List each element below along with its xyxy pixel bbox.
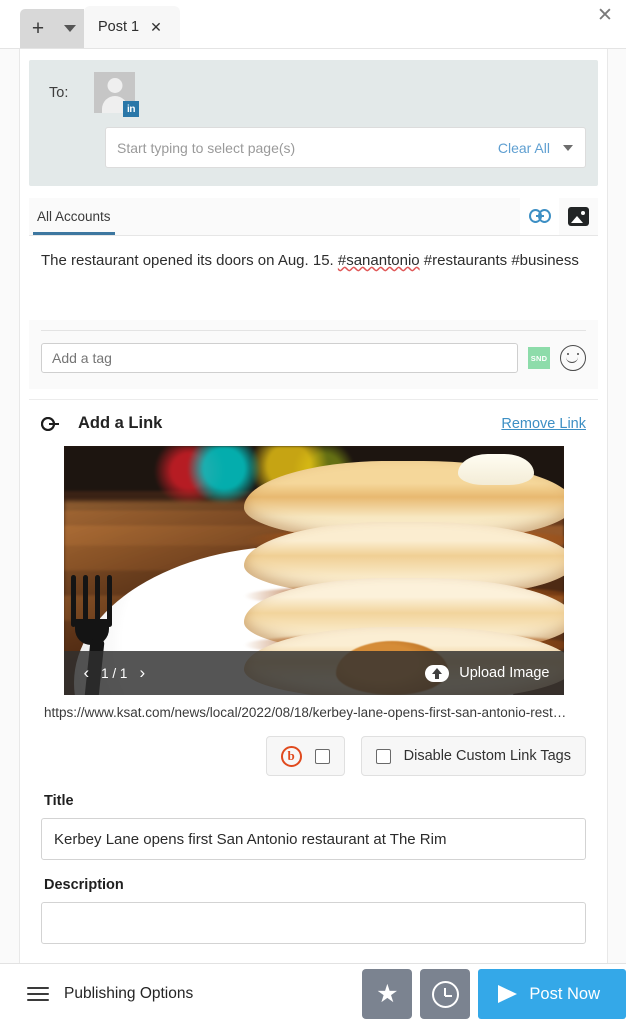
scroll-body[interactable]: To: in Start typing to select page(s) Cl… xyxy=(0,48,626,984)
post-now-label: Post Now xyxy=(529,984,600,1003)
upload-image-label: Upload Image xyxy=(459,665,550,681)
tab-bar: + Post 1 ✕ ✕ xyxy=(0,0,626,48)
new-post-button[interactable]: + xyxy=(20,9,56,48)
tab-link-mode[interactable] xyxy=(520,197,559,235)
avatar-head-shape xyxy=(107,78,122,93)
snd-badge[interactable]: SND xyxy=(528,347,550,369)
smiley-mouth xyxy=(566,356,578,363)
tab-post-1[interactable]: Post 1 ✕ xyxy=(84,6,180,48)
disable-custom-link-tags-label: Disable Custom Link Tags xyxy=(403,748,571,764)
compose-misspelled-word: #sanantonio xyxy=(337,252,420,269)
image-icon xyxy=(568,206,589,226)
carousel-counter: 1 / 1 xyxy=(101,665,128,681)
link-card-title: Add a Link xyxy=(78,414,163,432)
post-now-button[interactable]: Post Now xyxy=(478,969,626,1019)
compose-text-after: #restaurants #business xyxy=(419,252,579,269)
link-icon xyxy=(528,209,551,223)
recipients-row: To: in xyxy=(41,72,586,117)
upload-icon xyxy=(425,664,450,682)
chevron-down-icon[interactable] xyxy=(563,144,573,151)
mode-tab-group xyxy=(520,197,598,235)
accounts-tab-row: All Accounts xyxy=(29,197,598,236)
disable-custom-link-tags-option[interactable]: Disable Custom Link Tags xyxy=(360,736,586,776)
compose-post-window: + Post 1 ✕ ✕ To: in Start typing to sele… xyxy=(0,0,626,1024)
title-label: Title xyxy=(44,793,74,809)
compose-sheet: To: in Start typing to select page(s) Cl… xyxy=(19,49,608,984)
compose-text-before: The restaurant opened its doors on Aug. … xyxy=(41,252,338,269)
tag-row: SND xyxy=(41,343,586,373)
description-label: Description xyxy=(44,877,124,893)
linkedin-icon: in xyxy=(123,101,139,117)
description-input[interactable] xyxy=(41,902,586,944)
schedule-button[interactable] xyxy=(420,969,471,1019)
publishing-options-label[interactable]: Publishing Options xyxy=(64,985,193,1003)
chevron-down-icon xyxy=(64,25,76,32)
close-icon[interactable]: ✕ xyxy=(150,20,162,34)
smiley-icon[interactable] xyxy=(560,345,586,371)
divider xyxy=(41,330,586,331)
tab-all-accounts[interactable]: All Accounts xyxy=(33,209,115,235)
link-card: Add a Link Remove Link ‹ 1 / 1 › Upload … xyxy=(29,399,598,984)
link-icon xyxy=(41,416,67,431)
to-label: To: xyxy=(49,84,69,101)
send-icon xyxy=(498,985,518,1003)
upload-image-button[interactable]: Upload Image xyxy=(425,664,550,682)
tag-bar: SND xyxy=(29,320,598,389)
tag-input[interactable] xyxy=(41,343,518,373)
bitly-icon: b xyxy=(280,745,302,767)
carousel-prev-button[interactable]: ‹ xyxy=(78,663,96,683)
link-preview-image[interactable]: ‹ 1 / 1 › Upload Image xyxy=(63,446,564,695)
avatar[interactable]: in xyxy=(94,72,139,117)
page-select-field[interactable]: Start typing to select page(s) Clear All xyxy=(105,127,586,168)
close-icon: ✕ xyxy=(597,4,613,26)
new-post-dropdown-button[interactable] xyxy=(56,9,84,48)
image-carousel-bar: ‹ 1 / 1 › Upload Image xyxy=(63,651,564,695)
bitly-option[interactable]: b xyxy=(265,736,345,776)
title-input[interactable] xyxy=(41,818,586,860)
link-options-row: b Disable Custom Link Tags xyxy=(41,736,586,776)
favorite-button[interactable]: ★ xyxy=(362,969,413,1019)
plus-icon: + xyxy=(31,17,45,40)
photo-butter xyxy=(458,453,534,486)
description-field-group: Description xyxy=(41,877,586,944)
star-icon: ★ xyxy=(376,979,399,1008)
carousel-next-button[interactable]: › xyxy=(133,663,151,683)
link-card-header: Add a Link Remove Link xyxy=(41,414,586,433)
clear-all-button[interactable]: Clear All xyxy=(498,140,550,156)
clock-icon xyxy=(431,980,459,1008)
recipients-panel: To: in Start typing to select page(s) Cl… xyxy=(29,60,598,186)
disable-custom-link-tags-checkbox[interactable] xyxy=(375,748,391,764)
page-select-placeholder: Start typing to select page(s) xyxy=(117,139,296,156)
tab-label: Post 1 xyxy=(98,19,140,35)
tab-image-mode[interactable] xyxy=(559,197,598,235)
compose-area[interactable]: The restaurant opened its doors on Aug. … xyxy=(29,236,598,320)
link-url: https://www.ksat.com/news/local/2022/08/… xyxy=(44,705,567,720)
title-field-group: Title xyxy=(41,793,586,860)
compose-text[interactable]: The restaurant opened its doors on Aug. … xyxy=(41,250,586,271)
bitly-checkbox[interactable] xyxy=(314,748,330,764)
remove-link-button[interactable]: Remove Link xyxy=(501,416,586,432)
hamburger-icon[interactable] xyxy=(27,983,49,1005)
bottom-action-bar: Publishing Options ★ Post Now xyxy=(0,963,626,1024)
window-close-button[interactable]: ✕ xyxy=(592,2,618,28)
